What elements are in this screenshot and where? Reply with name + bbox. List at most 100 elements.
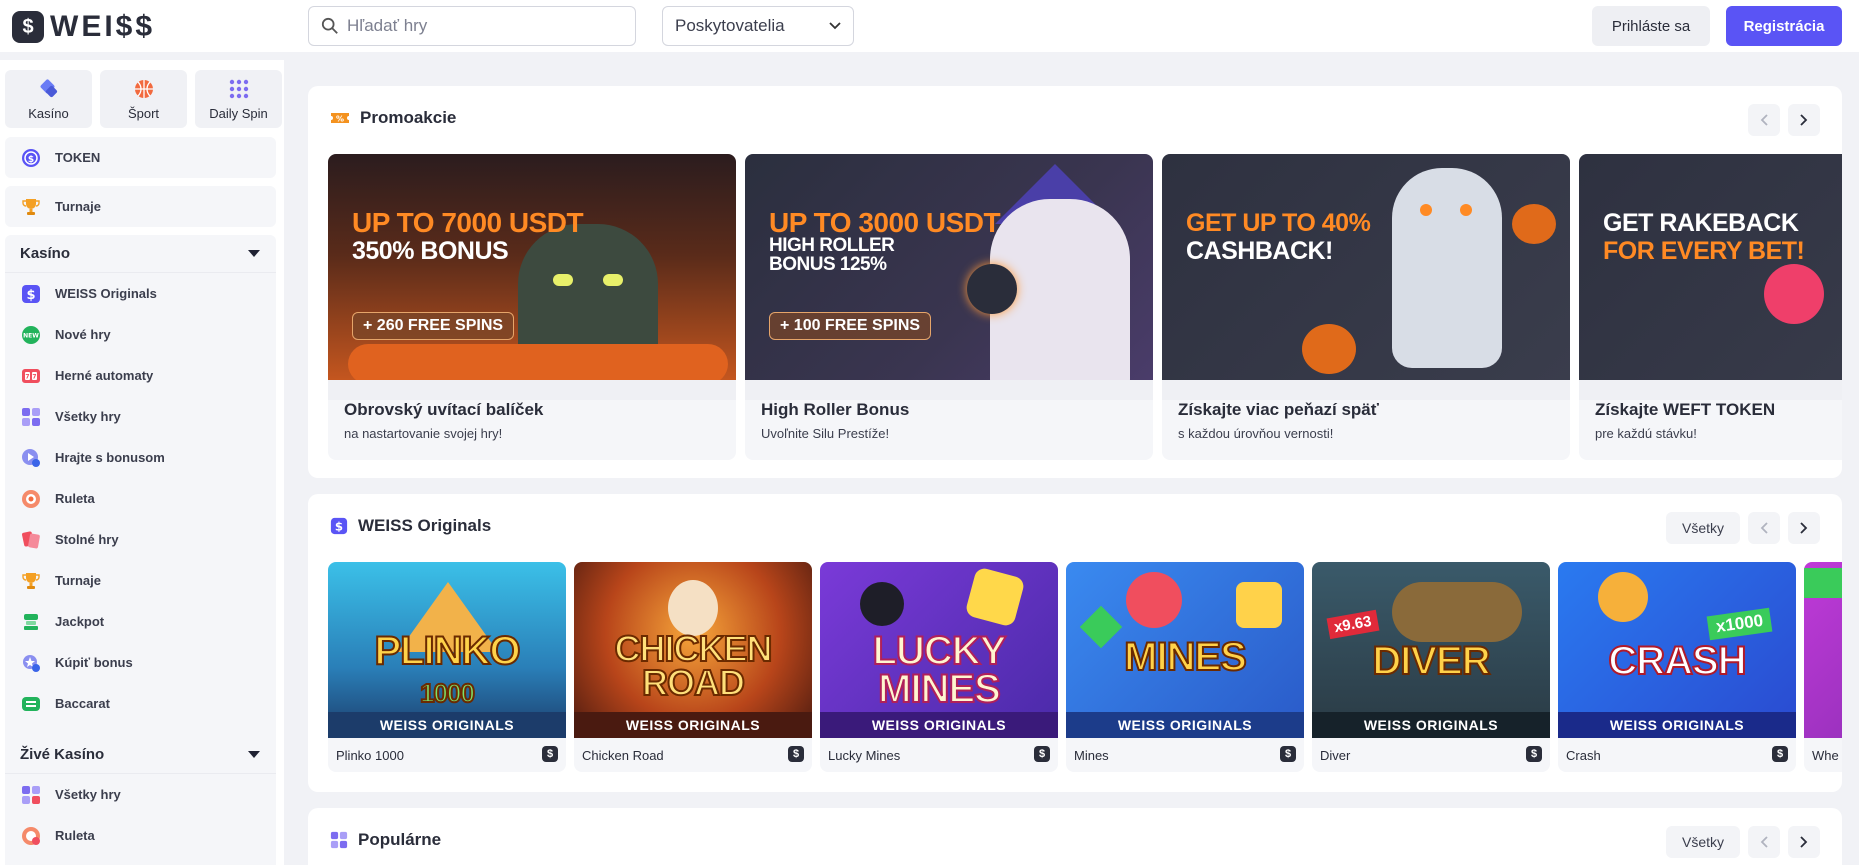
game-card[interactable]: CHICKEN ROAD WEISS ORIGINALS Chicken Road… xyxy=(574,562,812,772)
live-section-header[interactable]: Živé Kasíno xyxy=(5,736,276,774)
game-name: Plinko 1000 xyxy=(336,748,404,763)
promo-card[interactable]: GET UP TO 40% CASHBACK! Získajte viac pe… xyxy=(1162,154,1570,460)
sidebar: Kasíno Šport Daily Spin $ TOKEN Turnaje … xyxy=(0,60,284,865)
game-card[interactable]: x9.63 DIVER WEISS ORIGINALS Diver $ xyxy=(1312,562,1550,772)
live-grid-icon xyxy=(21,785,41,805)
chevron-left-icon xyxy=(1760,522,1768,534)
sidebar-item-tournaments-casino[interactable]: Turnaje xyxy=(5,560,276,601)
game-name: Chicken Road xyxy=(582,748,664,763)
prev-button[interactable] xyxy=(1748,512,1781,544)
promotions-header: % Promoakcie xyxy=(330,108,456,128)
free-spins-tag: + 260 FREE SPINS xyxy=(352,312,515,340)
game-logo-text: 1000 xyxy=(419,678,476,708)
game-logo-text: PLINKO xyxy=(373,629,521,673)
weiss-icon: $ xyxy=(330,517,348,535)
token-icon: $ xyxy=(21,148,41,168)
svg-text:7: 7 xyxy=(25,373,29,380)
promo-card[interactable]: GET RAKEBACK FOR EVERY BET! Získajte WEF… xyxy=(1579,154,1842,460)
providers-dropdown[interactable]: Poskytovatelia xyxy=(662,6,854,46)
promo-card[interactable]: UP TO 7000 USDT 350% BONUS + 260 FREE SP… xyxy=(328,154,736,460)
game-card[interactable]: x1000 CRASH WEISS ORIGINALS Crash $ xyxy=(1558,562,1796,772)
game-card[interactable]: MINES WEISS ORIGINALS Mines $ xyxy=(1066,562,1304,772)
next-button[interactable] xyxy=(1788,104,1820,136)
promo-banner-image: GET RAKEBACK FOR EVERY BET! xyxy=(1579,154,1842,380)
game-name: Lucky Mines xyxy=(828,748,901,763)
search-input[interactable] xyxy=(347,16,617,36)
promo-subtitle: na nastartovanie svojej hry! xyxy=(344,426,503,441)
sidebar-item-live-all-games[interactable]: Všetky hry xyxy=(5,774,276,815)
weiss-badge-icon: $ xyxy=(1034,746,1050,762)
sidebar-item-bonus-play[interactable]: Hrajte s bonusom xyxy=(5,437,276,478)
game-card[interactable]: Whe xyxy=(1804,562,1842,772)
sidebar-item-label: Herné automaty xyxy=(55,368,154,383)
buy-bonus-icon xyxy=(21,653,41,673)
game-thumbnail xyxy=(1804,562,1842,738)
sidebar-item-tournaments[interactable]: Turnaje xyxy=(5,186,276,227)
trophy-icon xyxy=(21,571,41,591)
caret-down-icon xyxy=(248,751,260,758)
game-thumbnail: LUCKY MINES WEISS ORIGINALS xyxy=(820,562,1058,738)
prev-button[interactable] xyxy=(1748,826,1781,858)
sidebar-item-token[interactable]: $ TOKEN xyxy=(5,137,276,178)
sidebar-item-jackpot[interactable]: Jackpot xyxy=(5,601,276,642)
register-button[interactable]: Registrácia xyxy=(1726,6,1842,46)
tab-casino[interactable]: Kasíno xyxy=(5,70,92,128)
chevron-right-icon xyxy=(1800,114,1808,126)
sidebar-item-slots[interactable]: 77 Herné automaty xyxy=(5,355,276,396)
originals-band: WEISS ORIGINALS xyxy=(1558,712,1796,738)
sidebar-item-table-games[interactable]: Stolné hry xyxy=(5,519,276,560)
trophy-icon xyxy=(21,197,41,217)
sidebar-item-buy-bonus[interactable]: Kúpiť bonus xyxy=(5,642,276,683)
promo-card[interactable]: UP TO 3000 USDT HIGH ROLLER BONUS 125% +… xyxy=(745,154,1153,460)
tab-sport[interactable]: Šport xyxy=(100,70,187,128)
login-button[interactable]: Prihláste sa xyxy=(1592,6,1710,46)
chevron-right-icon xyxy=(1800,836,1808,848)
sidebar-item-label: Nové hry xyxy=(55,327,111,342)
prev-button[interactable] xyxy=(1748,104,1780,136)
sidebar-item-weiss-originals[interactable]: $ WEISS Originals xyxy=(5,273,276,314)
promo-strip xyxy=(1162,380,1570,400)
next-button[interactable] xyxy=(1788,826,1821,858)
logo-mark-icon: $ xyxy=(12,11,44,43)
game-logo-text: MINES xyxy=(877,667,1002,711)
popular-carousel-nav: Všetky xyxy=(1666,826,1821,858)
sidebar-item-baccarat[interactable]: Baccarat xyxy=(5,683,276,724)
weiss-icon: $ xyxy=(21,284,41,304)
promo-title: Obrovský uvítací balíček xyxy=(344,400,544,419)
weiss-logo[interactable]: $ WEI$$ xyxy=(12,10,155,44)
tab-casino-label: Kasíno xyxy=(28,105,69,121)
sidebar-item-all-games[interactable]: Všetky hry xyxy=(5,396,276,437)
originals-band: WEISS ORIGINALS xyxy=(1312,712,1550,738)
game-card[interactable]: PLINKO 1000 WEISS ORIGINALS Plinko 1000 $ xyxy=(328,562,566,772)
view-all-button[interactable]: Všetky xyxy=(1666,512,1741,544)
next-button[interactable] xyxy=(1788,512,1821,544)
search-box[interactable] xyxy=(308,6,636,46)
casino-section-header[interactable]: Kasíno xyxy=(5,235,276,273)
baccarat-icon xyxy=(21,694,41,714)
new-badge-icon: NEW xyxy=(21,325,41,345)
roulette-icon xyxy=(21,489,41,509)
view-all-button[interactable]: Všetky xyxy=(1666,826,1741,858)
grid-dots-icon xyxy=(229,79,248,98)
section-title: Promoakcie xyxy=(360,108,457,127)
chevron-right-icon xyxy=(1800,522,1808,534)
game-card[interactable]: LUCKY MINES WEISS ORIGINALS Lucky Mines $ xyxy=(820,562,1058,772)
sidebar-item-live-roulette[interactable]: Ruleta xyxy=(5,815,276,856)
sidebar-item-new-games[interactable]: NEW Nové hry xyxy=(5,314,276,355)
sidebar-item-label: Baccarat xyxy=(55,696,110,711)
basketball-icon xyxy=(134,79,153,98)
sidebar-item-label: Všetky hry xyxy=(55,787,121,802)
tab-daily-spin[interactable]: Daily Spin xyxy=(195,70,282,128)
cards-icon xyxy=(21,530,41,550)
logo-text: WEI$$ xyxy=(50,10,156,43)
weiss-badge-icon: $ xyxy=(1772,746,1788,762)
sidebar-item-roulette[interactable]: Ruleta xyxy=(5,478,276,519)
chevron-left-icon xyxy=(1760,836,1768,848)
sidebar-item-label: Turnaje xyxy=(55,573,101,588)
promo-headline: CASHBACK! xyxy=(1186,237,1333,265)
originals-band: WEISS ORIGINALS xyxy=(1066,712,1304,738)
game-logo-text: ROAD xyxy=(641,662,746,704)
tournaments-block: Turnaje xyxy=(5,186,276,227)
sidebar-top-tabs: Kasíno Šport Daily Spin xyxy=(5,70,282,128)
popular-panel: Populárne Všetky xyxy=(308,808,1842,865)
